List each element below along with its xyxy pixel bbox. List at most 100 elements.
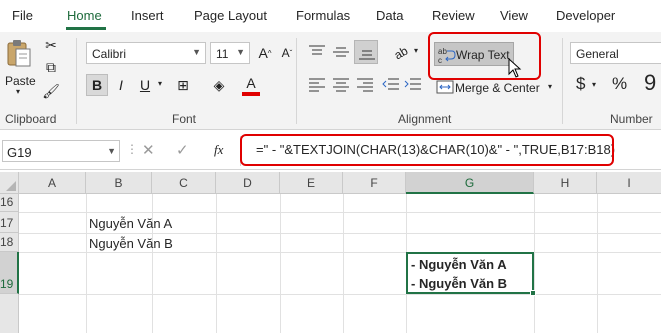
grow-font-icon: A — [258, 45, 268, 61]
tab-data[interactable]: Data — [376, 8, 403, 23]
insert-function-icon[interactable]: fx — [214, 142, 223, 158]
select-all-triangle-icon — [6, 181, 16, 191]
active-tab-indicator — [66, 27, 106, 30]
shrink-font-icon: A — [281, 46, 290, 60]
cell-g19-line-1: - Nguyễn Văn A — [411, 257, 507, 272]
row-number: 19 — [0, 277, 14, 291]
column-header-e[interactable]: E — [280, 172, 343, 194]
increase-indent-icon[interactable] — [404, 76, 422, 92]
tab-file[interactable]: File — [12, 8, 33, 23]
align-right-icon[interactable] — [356, 76, 374, 92]
font-name-select[interactable]: Calibri ▼ — [86, 42, 206, 64]
gridline — [597, 194, 598, 333]
borders-icon[interactable]: ⊞ — [172, 74, 194, 96]
column-header-c[interactable]: C — [152, 172, 216, 194]
orientation-icon[interactable]: ab — [386, 38, 416, 68]
ribbon: Paste ▾ ✂ ⧉ 🖌 Clipboard Calibri ▼ 11 ▼ A… — [0, 32, 661, 130]
row-number: 18 — [0, 235, 14, 249]
name-box[interactable]: G19 ▼ — [2, 140, 120, 162]
cut-icon[interactable]: ✂ — [40, 34, 62, 56]
group-divider — [296, 38, 297, 124]
paste-label: Paste — [5, 74, 36, 88]
copy-icon[interactable]: ⧉ — [40, 56, 62, 78]
wrap-text-highlight — [428, 32, 541, 80]
cell-b17[interactable]: Nguyễn Văn A — [89, 216, 172, 231]
font-color-button[interactable]: A — [240, 72, 262, 94]
number-format-value: General — [576, 47, 619, 61]
enter-check-icon[interactable]: ✓ — [176, 141, 189, 159]
tab-home[interactable]: Home — [67, 8, 102, 23]
percent-format-button[interactable]: % — [612, 74, 627, 94]
column-header-g[interactable]: G — [406, 172, 534, 194]
gridline — [280, 194, 281, 333]
tab-insert[interactable]: Insert — [131, 8, 164, 23]
merge-center-icon — [436, 80, 454, 94]
format-painter-icon[interactable]: 🖌 — [40, 80, 62, 102]
align-bottom-button[interactable] — [354, 40, 378, 64]
align-left-icon[interactable] — [308, 76, 326, 92]
cancel-icon[interactable]: ✕ — [142, 141, 155, 159]
more-options-icon[interactable]: ⋮ — [126, 142, 138, 156]
column-header-b[interactable]: B — [86, 172, 152, 194]
font-size-select[interactable]: 11 ▼ — [210, 42, 250, 64]
merge-center-label: Merge & Center — [455, 81, 540, 95]
italic-button[interactable]: I — [110, 74, 132, 96]
column-header-i[interactable]: I — [597, 172, 661, 194]
currency-format-button[interactable]: $ — [576, 74, 585, 94]
number-format-select[interactable]: General — [570, 42, 661, 64]
group-divider — [562, 38, 563, 124]
font-color-bar — [242, 92, 260, 96]
row-header-16[interactable]: 16 — [0, 194, 19, 212]
font-group-label: Font — [172, 112, 197, 126]
row-header-17[interactable]: 17 — [0, 212, 19, 233]
decrease-indent-icon[interactable] — [382, 76, 400, 92]
gridline — [216, 194, 217, 333]
gridline — [19, 212, 661, 213]
select-all-corner[interactable] — [0, 172, 19, 194]
ribbon-tabs: File Home Insert Page Layout Formulas Da… — [0, 0, 661, 32]
fill-color-icon[interactable]: ◈ — [208, 74, 230, 96]
gridline — [19, 233, 661, 234]
chevron-down-icon: ▼ — [236, 47, 245, 57]
column-header-f[interactable]: F — [343, 172, 406, 194]
gridline — [534, 194, 535, 333]
alignment-group-label: Alignment — [398, 112, 452, 126]
tab-page-layout[interactable]: Page Layout — [194, 8, 267, 23]
name-box-value: G19 — [7, 145, 32, 160]
column-header-h[interactable]: H — [534, 172, 597, 194]
chevron-down-icon: ▼ — [107, 146, 116, 156]
fill-handle[interactable] — [530, 290, 536, 296]
bold-button[interactable]: B — [86, 74, 108, 96]
align-middle-icon[interactable] — [332, 44, 350, 60]
column-header-a[interactable]: A — [19, 172, 86, 194]
comma-style-button[interactable]: 9 — [644, 70, 656, 96]
clipboard-icon — [7, 40, 31, 67]
column-header-d[interactable]: D — [216, 172, 280, 194]
tab-view[interactable]: View — [500, 8, 528, 23]
number-group-label: Number — [610, 112, 653, 126]
gridline — [19, 294, 661, 295]
cell-b18[interactable]: Nguyễn Văn B — [89, 236, 173, 251]
increase-font-size-button[interactable]: A ^ — [254, 42, 276, 64]
font-size-value: 11 — [216, 47, 229, 61]
chevron-down-icon: ▾ — [16, 87, 21, 96]
row-header-18[interactable]: 18 — [0, 233, 19, 252]
chevron-down-icon[interactable]: ▾ — [592, 80, 596, 89]
underline-button[interactable]: U — [134, 74, 156, 96]
align-center-icon[interactable] — [332, 76, 350, 92]
gridline — [343, 194, 344, 333]
tab-review[interactable]: Review — [432, 8, 475, 23]
cell-g19[interactable]: - Nguyễn Văn A - Nguyễn Văn B — [406, 252, 534, 294]
merge-center-button[interactable]: Merge & Center ▾ — [434, 78, 552, 98]
decrease-font-size-button[interactable]: Aˇ — [276, 42, 298, 64]
tab-formulas[interactable]: Formulas — [296, 8, 350, 23]
chevron-down-icon[interactable]: ▾ — [158, 79, 162, 88]
row-header-19[interactable]: 19 — [0, 252, 19, 294]
tab-developer[interactable]: Developer — [556, 8, 615, 23]
chevron-down-icon[interactable]: ▾ — [414, 46, 418, 55]
align-bottom-icon — [359, 50, 375, 60]
align-top-icon[interactable] — [308, 44, 326, 60]
paste-button[interactable]: Paste ▾ — [2, 36, 36, 96]
row-header-20[interactable] — [0, 294, 19, 333]
font-name-value: Calibri — [92, 47, 127, 61]
